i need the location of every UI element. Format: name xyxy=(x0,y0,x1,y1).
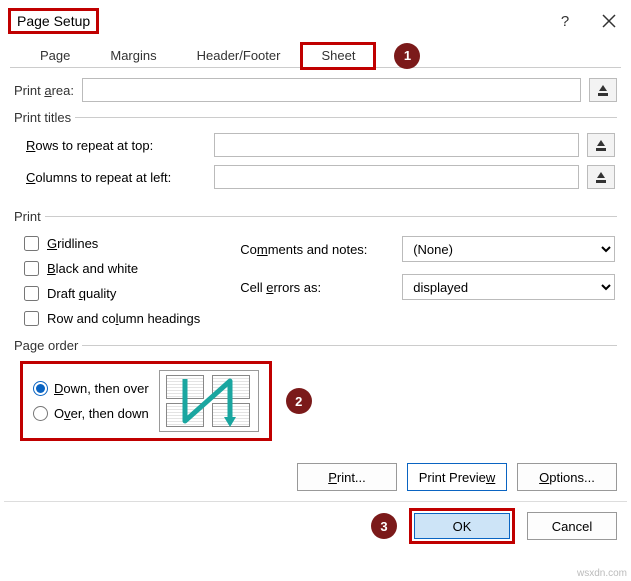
draft-quality-checkbox[interactable]: Draft quality xyxy=(24,286,200,301)
step-badge-1: 1 xyxy=(394,43,420,69)
watermark: wsxdn.com xyxy=(577,568,627,579)
rows-repeat-input[interactable] xyxy=(214,133,579,157)
down-then-over-radio[interactable]: Down, then over xyxy=(33,381,149,396)
cancel-button[interactable]: Cancel xyxy=(527,512,617,540)
step-badge-3: 3 xyxy=(371,513,397,539)
dialog-title: Page Setup xyxy=(8,8,99,34)
tab-header-footer[interactable]: Header/Footer xyxy=(177,42,301,69)
print-titles-group: Print titles Rows to repeat at top: Colu… xyxy=(14,110,617,199)
rows-repeat-label: Rows to repeat at top: xyxy=(16,138,206,153)
step-badge-2: 2 xyxy=(286,388,312,414)
tab-page[interactable]: Page xyxy=(20,42,90,69)
over-then-down-radio[interactable]: Over, then down xyxy=(33,406,149,421)
page-order-legend: Page order xyxy=(14,338,82,353)
collapse-icon xyxy=(594,170,608,184)
page-order-arrow-icon xyxy=(160,371,260,433)
cell-errors-select[interactable]: displayed xyxy=(402,274,615,300)
print-titles-legend: Print titles xyxy=(14,110,75,125)
comments-label: Comments and notes: xyxy=(240,242,390,257)
cols-repeat-label: Columns to repeat at left: xyxy=(16,170,206,185)
ok-button[interactable]: OK xyxy=(414,513,510,539)
print-legend: Print xyxy=(14,209,45,224)
print-group: Print Gridlines Black and white Draft qu… xyxy=(14,209,617,328)
cell-errors-label: Cell errors as: xyxy=(240,280,390,295)
print-button[interactable]: Print... xyxy=(297,463,397,491)
print-area-input[interactable] xyxy=(82,78,581,102)
page-order-diagram xyxy=(159,370,259,432)
options-button[interactable]: Options... xyxy=(517,463,617,491)
tab-bar: Page Margins Header/Footer Sheet xyxy=(20,42,376,69)
black-white-checkbox[interactable]: Black and white xyxy=(24,261,200,276)
cols-repeat-input[interactable] xyxy=(214,165,579,189)
close-icon xyxy=(602,14,616,28)
row-col-headings-checkbox[interactable]: Row and column headings xyxy=(24,311,200,326)
tab-margins[interactable]: Margins xyxy=(90,42,176,69)
print-area-collapse-button[interactable] xyxy=(589,78,617,102)
print-area-label: Print area: xyxy=(14,83,74,98)
close-button[interactable] xyxy=(599,11,619,31)
cols-collapse-button[interactable] xyxy=(587,165,615,189)
page-order-highlight: Down, then over Over, then down xyxy=(20,361,272,441)
ok-highlight: OK xyxy=(409,508,515,544)
collapse-icon xyxy=(596,83,610,97)
gridlines-checkbox[interactable]: Gridlines xyxy=(24,236,200,251)
tab-sheet[interactable]: Sheet xyxy=(300,42,376,70)
print-preview-button[interactable]: Print Preview xyxy=(407,463,507,491)
comments-select[interactable]: (None) xyxy=(402,236,615,262)
page-order-group: Page order Down, then over Over, then do… xyxy=(14,338,617,443)
titlebar: Page Setup ? xyxy=(0,0,631,42)
rows-collapse-button[interactable] xyxy=(587,133,615,157)
collapse-icon xyxy=(594,138,608,152)
help-button[interactable]: ? xyxy=(555,11,575,31)
